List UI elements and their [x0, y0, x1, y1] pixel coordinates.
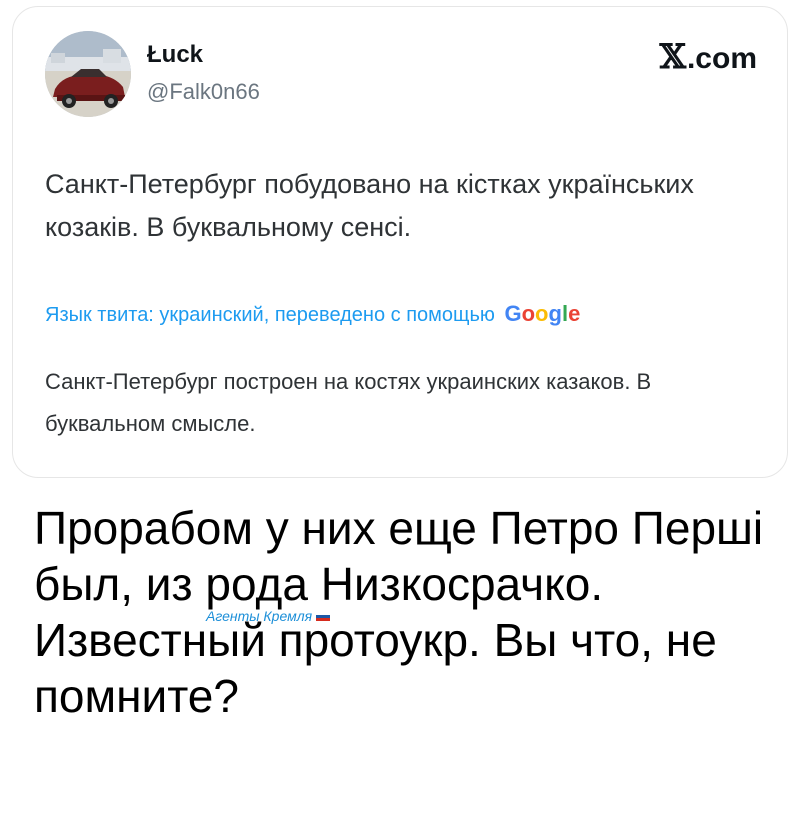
google-letter: o [521, 301, 536, 326]
x-brand-suffix: .com [686, 42, 757, 75]
translation-notice[interactable]: Язык твита: украинский, переведено с пом… [45, 301, 775, 327]
russian-flag-icon [316, 611, 331, 621]
avatar-car-image [45, 31, 131, 117]
google-letter: e [568, 301, 581, 326]
tweet-text: Санкт-Петербург побудовано на кістках ук… [45, 169, 694, 242]
google-letter: G [504, 301, 522, 326]
flag-stripe [316, 617, 331, 621]
watermark: Агенты Кремля [206, 608, 331, 624]
google-letter: o [535, 301, 549, 326]
x-logo: 𝕏 .com [660, 37, 757, 77]
translated-text: Санкт-Петербург построен на костях украи… [45, 369, 652, 436]
google-logo: Google [504, 301, 580, 326]
meme-caption: Прорабом у них еще Петро Перші был, из р… [34, 502, 764, 722]
tweet-card: Łuck @Falk0n66 𝕏 .com Санкт-Петербург по… [12, 6, 788, 478]
translation-label: Язык твита: украинский, переведено с пом… [45, 304, 495, 326]
avatar[interactable] [45, 31, 131, 117]
display-name[interactable]: Łuck [147, 41, 203, 69]
google-letter: g [548, 301, 562, 326]
x-brand-icon: 𝕏 [659, 37, 686, 77]
watermark-text: Агенты Кремля [206, 608, 313, 624]
user-handle[interactable]: @Falk0n66 [147, 79, 260, 105]
